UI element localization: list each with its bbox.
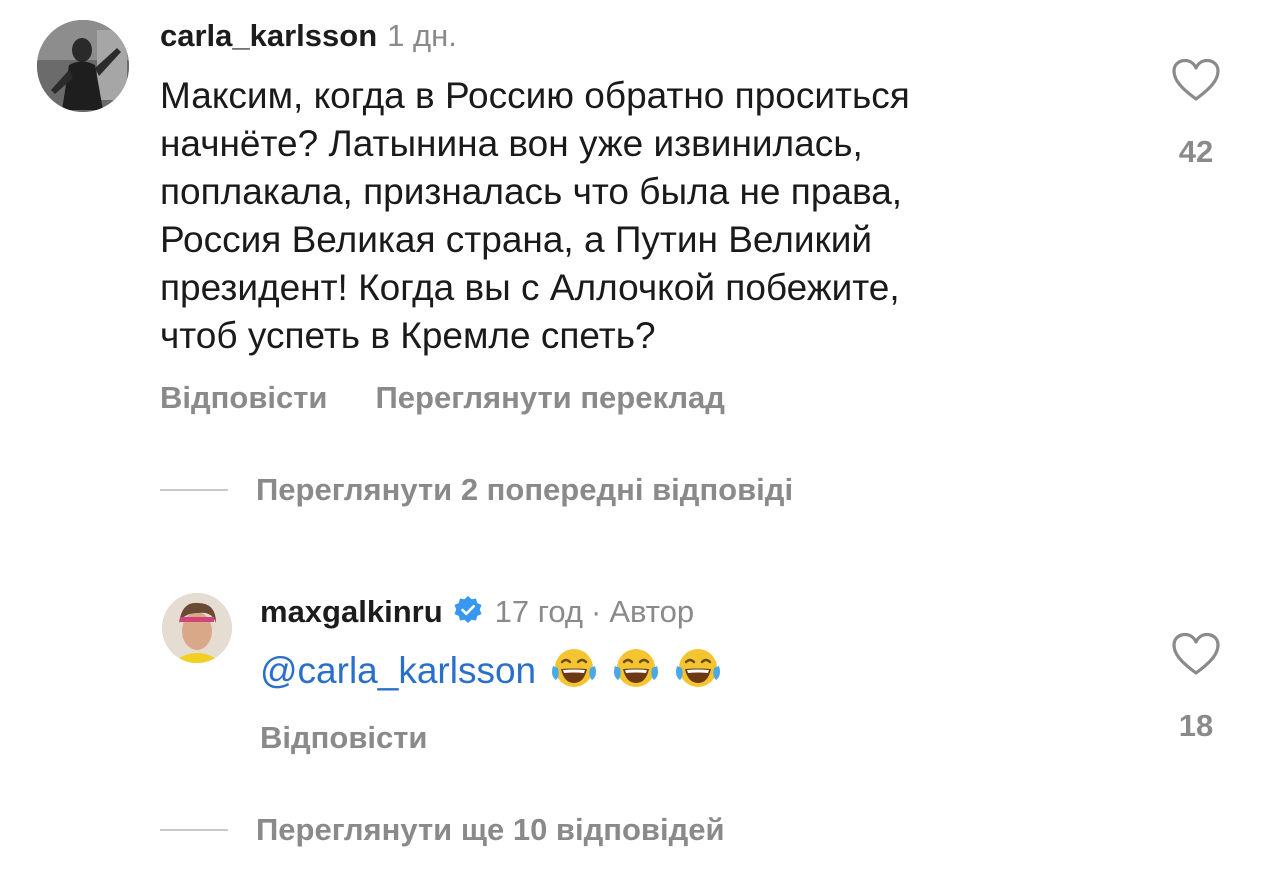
reply-button[interactable]: Відповісти: [160, 380, 328, 416]
view-previous-replies[interactable]: Переглянути 2 попередні відповіді: [160, 472, 793, 508]
comment-line: Россия Великая страна, а Путин Великий: [160, 219, 873, 260]
divider: [160, 489, 228, 491]
mention-link[interactable]: @carla_karlsson: [260, 650, 536, 692]
like-count: 42: [1178, 134, 1214, 169]
verified-badge-icon: [453, 595, 483, 630]
author-label: Автор: [609, 594, 695, 629]
username[interactable]: carla_karlsson: [160, 18, 377, 54]
laughing-emoji-icon: [674, 646, 722, 695]
like-count: 18: [1178, 708, 1214, 743]
timestamp: 1 дн.: [387, 18, 457, 53]
heart-icon[interactable]: [1156, 58, 1236, 102]
comment-line: чтоб успеть в Кремле спеть?: [160, 315, 656, 356]
username[interactable]: maxgalkinru: [260, 594, 443, 630]
divider: [160, 829, 228, 831]
reply-button[interactable]: Відповісти: [260, 720, 428, 756]
timestamp: 17 год: [494, 594, 583, 629]
comment-line: президент! Когда вы с Аллочкой побежите,: [160, 267, 900, 308]
reply-header: maxgalkinru 17 год · Автор: [260, 592, 694, 632]
comment-line: Максим, когда в Россию обратно проситься: [160, 75, 910, 116]
comment-line: начнёте? Латынина вон уже извинилась,: [160, 123, 863, 164]
comment-text: Максим, когда в Россию обратно проситься…: [160, 72, 1120, 360]
comment-header: carla_karlsson 1 дн.: [160, 18, 457, 58]
view-more-replies[interactable]: Переглянути ще 10 відповідей: [160, 812, 725, 848]
like-control: 18: [1156, 632, 1236, 744]
reply-actions: Відповісти: [260, 720, 428, 756]
view-previous-replies-label[interactable]: Переглянути 2 попередні відповіді: [256, 472, 793, 508]
comment-actions: Відповісти Переглянути переклад: [160, 380, 725, 416]
laughing-emoji-icon: [612, 646, 660, 695]
reply-text: @carla_karlsson: [260, 646, 722, 695]
heart-icon[interactable]: [1156, 632, 1236, 676]
view-more-replies-label[interactable]: Переглянути ще 10 відповідей: [256, 812, 725, 848]
comment-line: поплакала, призналась что была не права,: [160, 171, 903, 212]
laughing-emoji-icon: [550, 646, 598, 695]
avatar[interactable]: [162, 593, 232, 663]
separator: ·: [591, 594, 602, 629]
avatar[interactable]: [37, 20, 129, 112]
see-translation-button[interactable]: Переглянути переклад: [376, 380, 725, 416]
like-control: 42: [1156, 58, 1236, 170]
